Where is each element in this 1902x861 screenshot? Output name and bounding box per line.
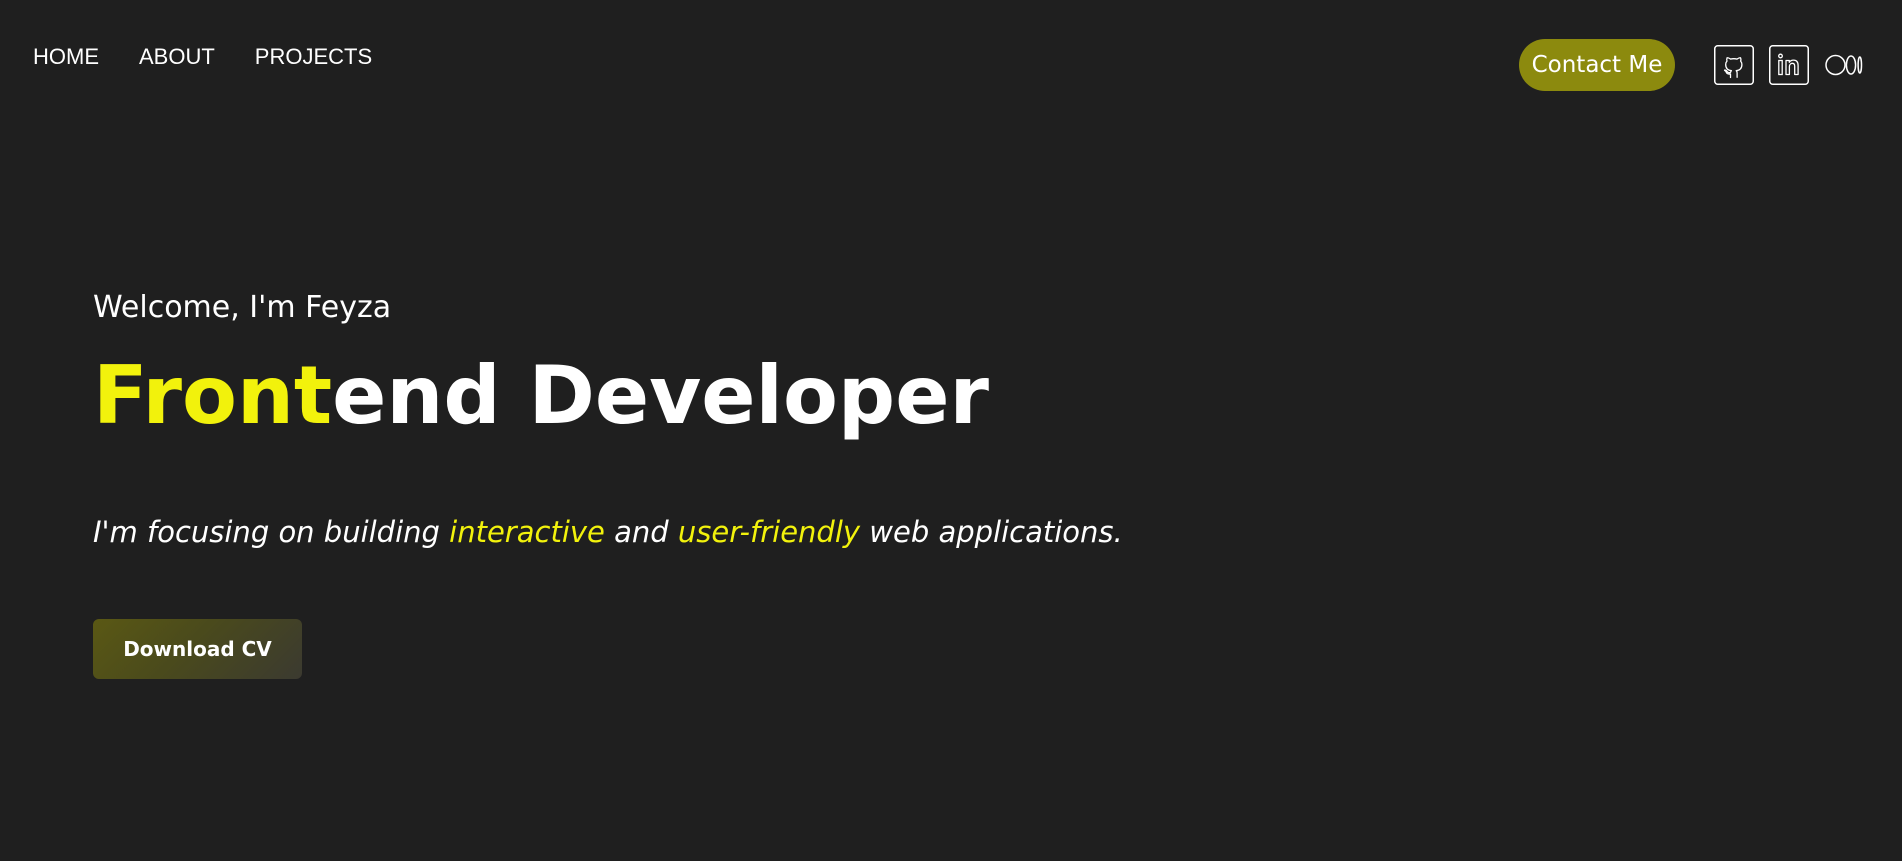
download-cv-button[interactable]: Download CV	[93, 619, 302, 679]
tagline-highlight-user-friendly: user-friendly	[677, 515, 861, 549]
tagline-part: and	[604, 515, 678, 549]
tagline: I'm focusing on building interactive and…	[93, 512, 1123, 552]
github-link[interactable]	[1714, 45, 1754, 85]
linkedin-link[interactable]	[1769, 45, 1809, 85]
github-icon	[1714, 45, 1754, 85]
headline-rest: end Developer	[332, 349, 989, 442]
nav-link-home[interactable]: HOME	[33, 44, 99, 70]
welcome-text: Welcome, I'm Feyza	[93, 290, 392, 325]
linkedin-icon	[1769, 45, 1809, 85]
contact-me-button[interactable]: Contact Me	[1519, 39, 1675, 91]
tagline-part: web applications.	[860, 515, 1123, 549]
page-title: Frontend Developer	[93, 348, 989, 444]
nav-link-about[interactable]: ABOUT	[139, 44, 215, 70]
main-nav: HOME ABOUT PROJECTS	[33, 44, 372, 70]
headline-highlight: Front	[93, 349, 333, 442]
medium-link[interactable]	[1824, 45, 1864, 85]
tagline-highlight-interactive: interactive	[449, 515, 605, 549]
nav-link-projects[interactable]: PROJECTS	[255, 44, 372, 70]
medium-icon	[1825, 54, 1863, 76]
tagline-part: I'm focusing on building	[93, 515, 450, 549]
